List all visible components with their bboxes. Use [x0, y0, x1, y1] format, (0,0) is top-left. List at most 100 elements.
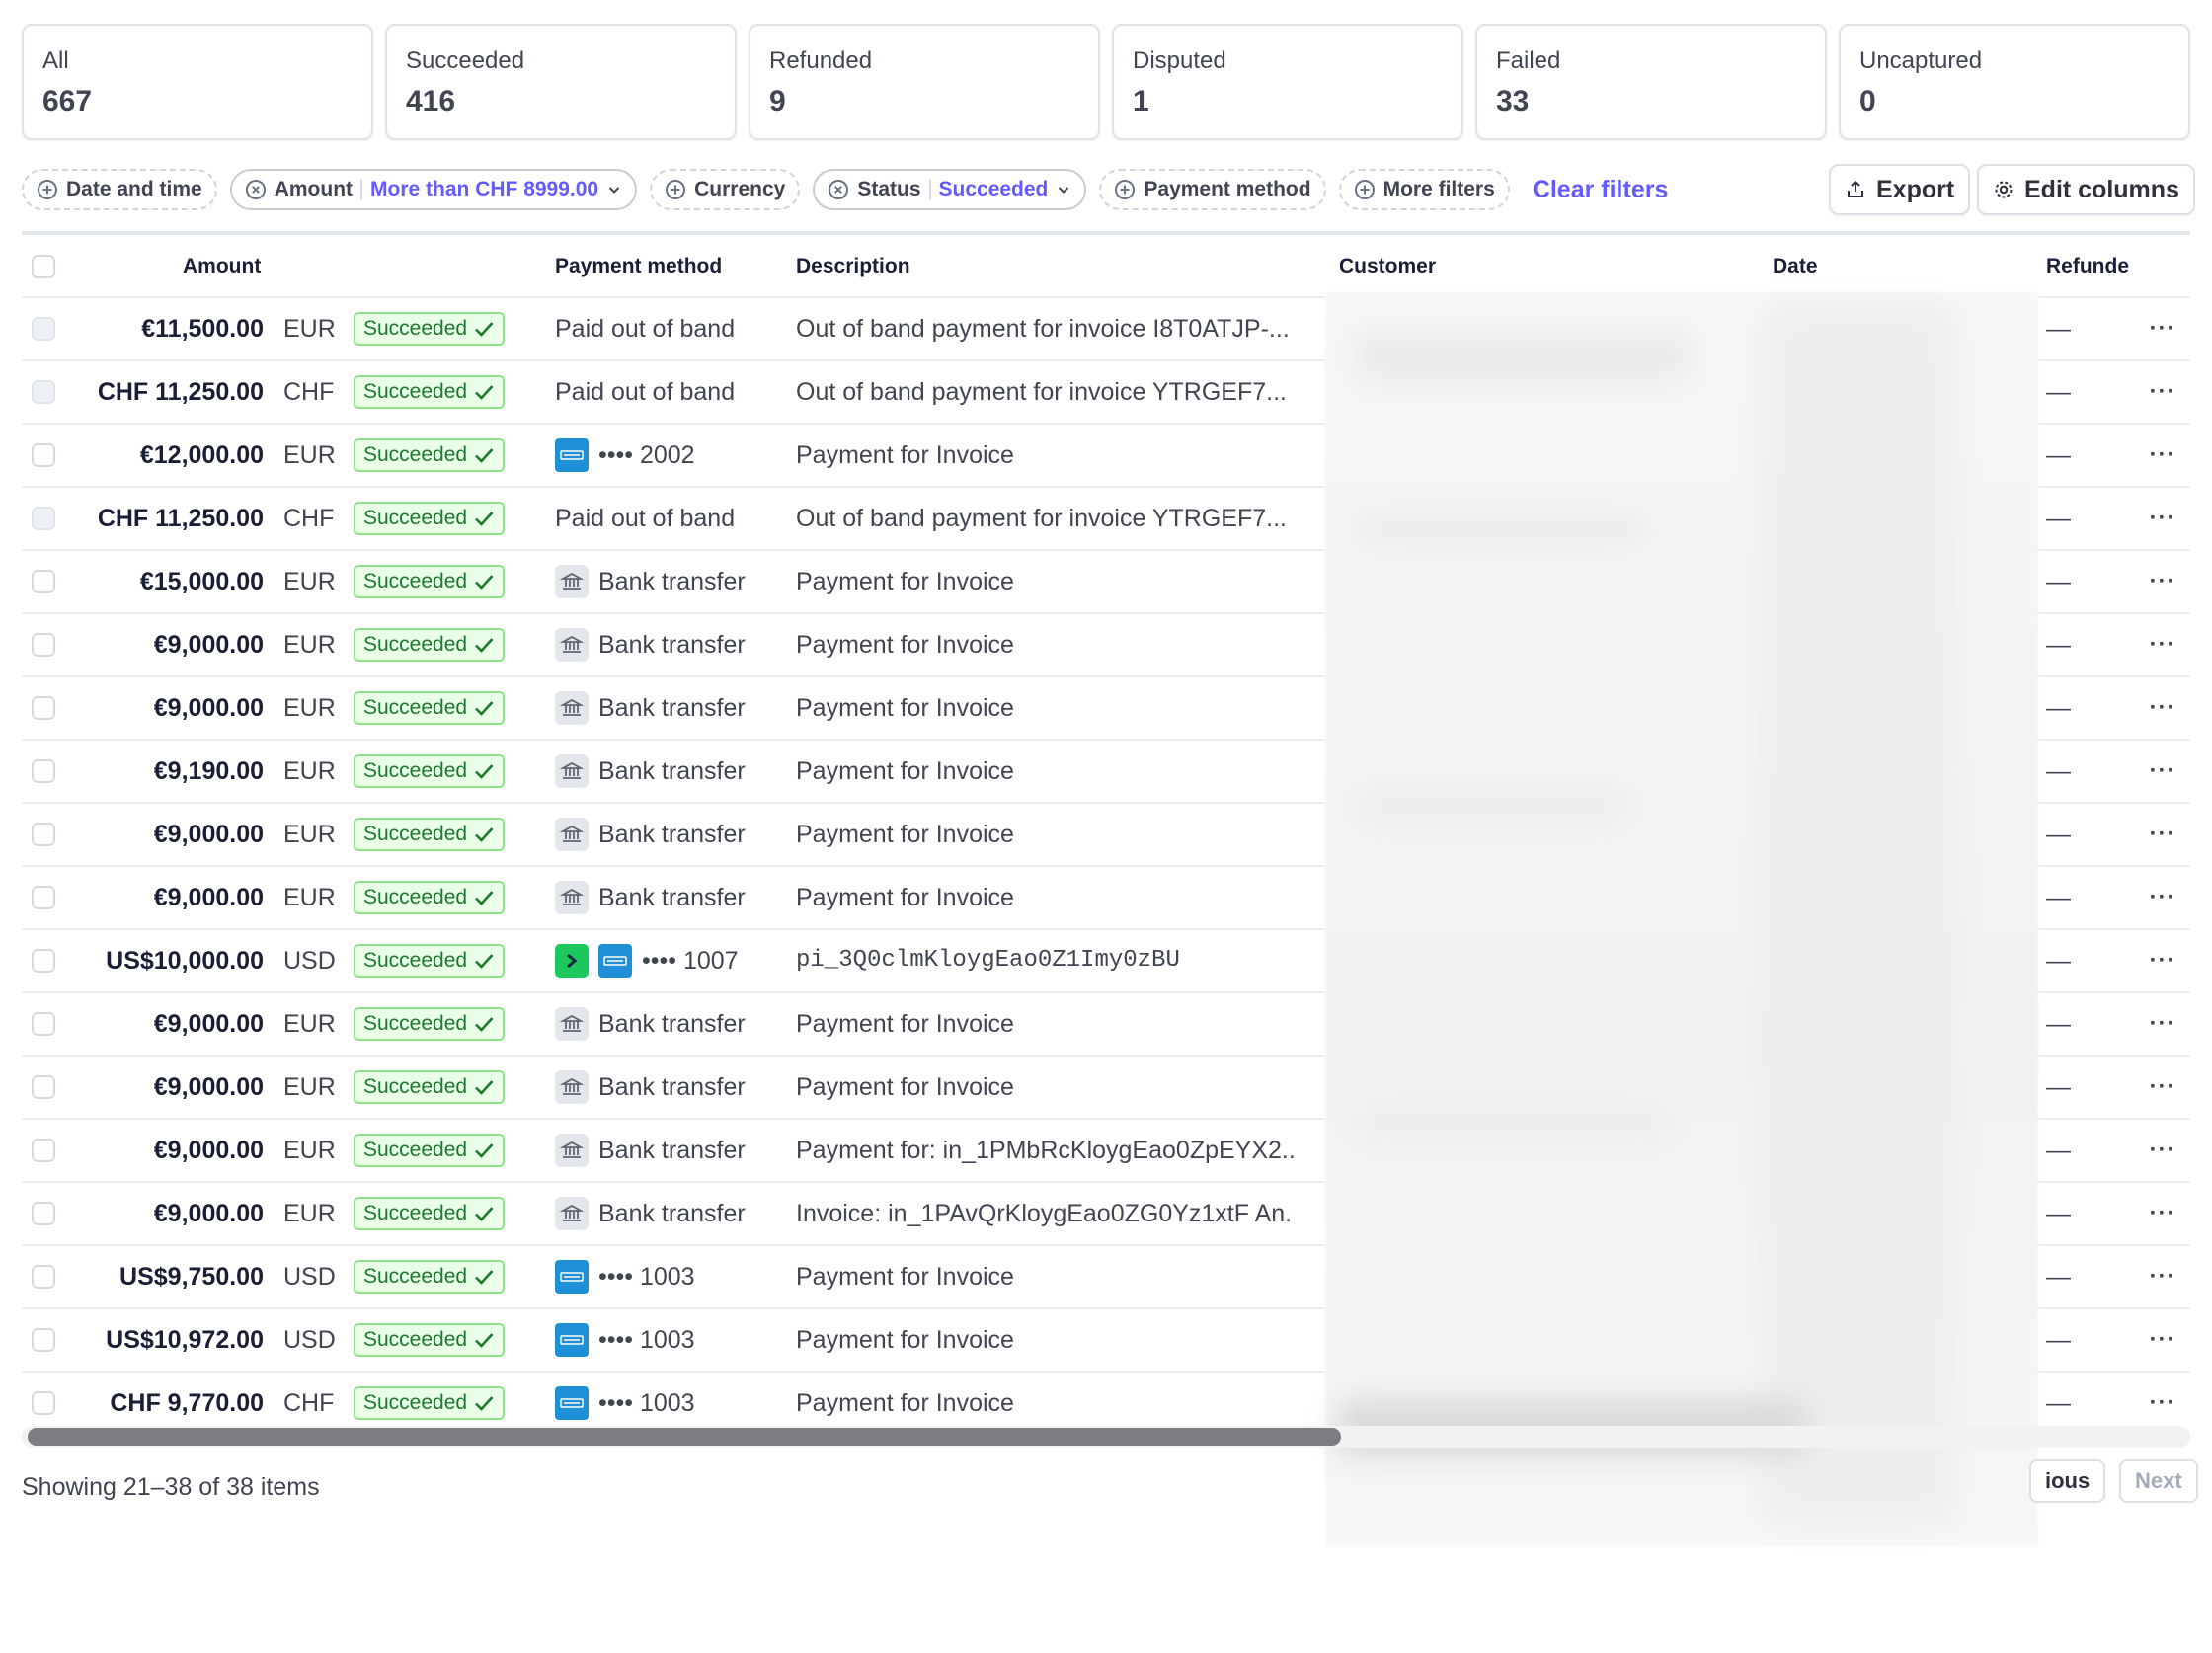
payment-method-label: Paid out of band: [555, 378, 736, 406]
description: Out of band payment for invoice I8T0ATJP…: [796, 315, 1290, 343]
description: Payment for Invoice: [796, 631, 1014, 659]
edit-columns-button[interactable]: Edit columns: [1977, 164, 2195, 215]
description: Payment for Invoice: [796, 1263, 1014, 1291]
check-icon: [475, 1207, 494, 1221]
check-icon: [475, 827, 494, 842]
payments-page: All 667 Succeeded 416 Refunded 9 Dispute…: [0, 0, 2212, 1653]
row-actions-button[interactable]: ···: [2143, 614, 2182, 675]
currency: EUR: [283, 1010, 336, 1038]
row-actions-button[interactable]: ···: [2143, 1183, 2182, 1244]
row-actions-button[interactable]: ···: [2143, 1246, 2182, 1307]
check-icon: [475, 764, 494, 779]
row-actions-button[interactable]: ···: [2143, 993, 2182, 1055]
row-actions-button[interactable]: ···: [2143, 551, 2182, 612]
column-payment-method[interactable]: Payment method: [555, 237, 722, 296]
remove-circle-icon[interactable]: [828, 179, 849, 200]
payment-method-label: Paid out of band: [555, 315, 736, 343]
description: Payment for Invoice: [796, 1326, 1014, 1354]
tab-count: 416: [406, 85, 456, 118]
status-badge: Succeeded: [354, 944, 506, 978]
row-actions-button[interactable]: ···: [2143, 804, 2182, 865]
row-actions-button[interactable]: ···: [2143, 1373, 2182, 1434]
filter-payment-method[interactable]: Payment method: [1099, 169, 1326, 210]
currency: USD: [283, 1326, 336, 1354]
filter-currency[interactable]: Currency: [650, 169, 801, 210]
plus-circle-icon: [1354, 180, 1375, 199]
filter-date[interactable]: Date and time: [22, 169, 217, 210]
horizontal-scrollbar[interactable]: [22, 1426, 2190, 1448]
description: Payment for Invoice: [796, 884, 1014, 911]
refunded-value: —: [2046, 1326, 2071, 1354]
chevron-down-icon: [1059, 187, 1069, 194]
column-date[interactable]: Date: [1773, 237, 1818, 296]
tab-uncaptured[interactable]: Uncaptured 0: [1839, 24, 2190, 140]
row-actions-button[interactable]: ···: [2143, 1120, 2182, 1181]
tab-label: Uncaptured: [1859, 47, 1983, 74]
divider: [360, 180, 363, 199]
row-actions-button[interactable]: ···: [2143, 677, 2182, 739]
previous-button[interactable]: ious: [2029, 1459, 2106, 1503]
scrollbar-thumb[interactable]: [28, 1428, 1341, 1446]
check-icon: [475, 448, 494, 463]
payment-method-label: Bank transfer: [598, 568, 746, 595]
currency: CHF: [283, 1389, 335, 1417]
export-button[interactable]: Export: [1829, 164, 1971, 215]
check-icon: [475, 891, 494, 905]
row-actions-button[interactable]: ···: [2143, 1057, 2182, 1118]
row-actions-button[interactable]: ···: [2143, 930, 2182, 991]
payment-method: Bank transfer: [555, 804, 746, 865]
amount: €9,000.00: [153, 1137, 264, 1164]
check-icon: [475, 385, 494, 400]
tab-refunded[interactable]: Refunded 9: [749, 24, 1100, 140]
status-badge-label: Succeeded: [363, 507, 468, 529]
payment-method: Bank transfer: [555, 551, 746, 612]
filter-date-label: Date and time: [66, 178, 202, 200]
clear-filters-link[interactable]: Clear filters: [1533, 176, 1669, 204]
refunded-value: —: [2046, 441, 2071, 469]
row-actions-button[interactable]: ···: [2143, 425, 2182, 486]
tab-all[interactable]: All 667: [22, 24, 373, 140]
tab-disputed[interactable]: Disputed 1: [1112, 24, 1463, 140]
filter-amount-value: More than CHF 8999.00: [370, 178, 599, 200]
currency: EUR: [283, 821, 336, 848]
payment-method: Bank transfer: [555, 1120, 746, 1181]
filter-more-label: More filters: [1382, 178, 1495, 200]
row-actions-button[interactable]: ···: [2143, 361, 2182, 423]
status-badge-label: Succeeded: [363, 1139, 468, 1161]
description: Payment for: in_1PMbRcKloygEao0ZpEYX2..: [796, 1137, 1296, 1164]
column-customer[interactable]: Customer: [1339, 237, 1436, 296]
table-header: Amount Payment method Description Custom…: [22, 237, 2190, 298]
row-actions-button[interactable]: ···: [2143, 741, 2182, 802]
status-badge: Succeeded: [354, 691, 506, 725]
refunded-value: —: [2046, 315, 2071, 343]
description: Invoice: in_1PAvQrKloygEao0ZG0Yz1xtF An.: [796, 1200, 1293, 1227]
payment-method: Bank transfer: [555, 741, 746, 802]
payment-method: •••• 1003: [555, 1309, 695, 1371]
status-badge-label: Succeeded: [363, 823, 468, 845]
filter-status[interactable]: Status Succeeded: [813, 169, 1087, 210]
tab-failed[interactable]: Failed 33: [1475, 24, 1827, 140]
status-badge: Succeeded: [354, 438, 506, 472]
row-actions-button[interactable]: ···: [2143, 1309, 2182, 1371]
payment-method-label: •••• 1003: [598, 1326, 695, 1354]
status-badge: Succeeded: [354, 502, 506, 535]
filter-amount[interactable]: Amount More than CHF 8999.00: [229, 169, 638, 210]
amount: CHF 11,250.00: [97, 378, 264, 406]
row-actions-button[interactable]: ···: [2143, 298, 2182, 359]
column-refunded[interactable]: Refunde: [2046, 237, 2129, 296]
row-actions-button[interactable]: ···: [2143, 488, 2182, 549]
tab-succeeded[interactable]: Succeeded 416: [385, 24, 737, 140]
next-button[interactable]: Next: [2119, 1459, 2198, 1503]
check-icon: [475, 701, 494, 716]
column-amount[interactable]: Amount: [183, 237, 261, 296]
filter-more[interactable]: More filters: [1338, 169, 1510, 210]
row-actions-button[interactable]: ···: [2143, 867, 2182, 928]
remove-circle-icon[interactable]: [245, 179, 267, 200]
select-all-checkbox[interactable]: [32, 255, 55, 278]
tab-label: Refunded: [769, 47, 873, 74]
description: Payment for Invoice: [796, 694, 1014, 722]
check-icon: [475, 1333, 494, 1348]
status-badge: Succeeded: [354, 1007, 506, 1041]
description: Payment for Invoice: [796, 1073, 1014, 1101]
column-description[interactable]: Description: [796, 237, 910, 296]
